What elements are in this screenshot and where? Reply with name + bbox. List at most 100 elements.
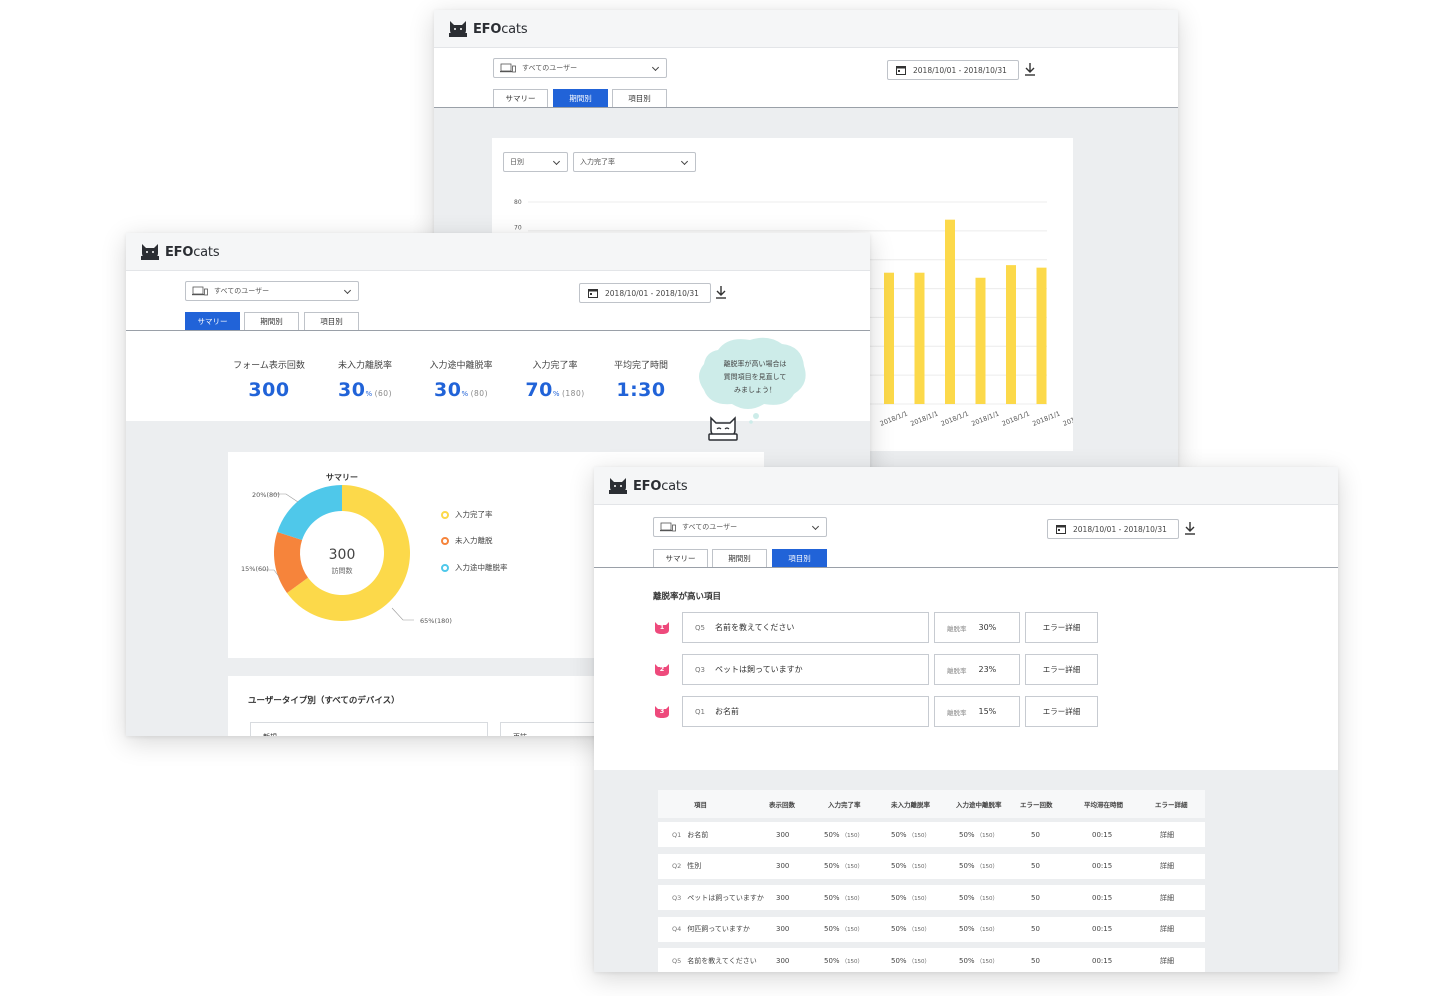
cat-logo-icon (609, 478, 627, 494)
bar (914, 272, 925, 404)
table-row: Q1 お名前 300 50% （150） 50% （150） 50% （150） 50 00:15 詳… (658, 822, 1205, 847)
error-detail-button[interactable]: エラー詳細 (1025, 696, 1098, 727)
brand-logo[interactable]: EFOcats (448, 19, 528, 39)
chevron-down-icon (651, 63, 660, 72)
cell-views: 300 (776, 925, 790, 933)
tab-divider (594, 567, 1338, 568)
calendar-icon (896, 66, 906, 75)
error-detail-button[interactable]: エラー詳細 (1025, 654, 1098, 685)
user-select[interactable]: すべてのユーザー (185, 281, 359, 301)
col-header: エラー回数 (1020, 801, 1053, 809)
ranked-rate: 離脱率 23% (934, 654, 1020, 685)
brand-bar (594, 467, 1338, 505)
brand-logo[interactable]: EFOcats (608, 476, 688, 496)
device-icon (500, 63, 516, 73)
kpi-label: 入力途中離脱率 (429, 361, 493, 371)
cell-detail-link[interactable]: 詳細 (1160, 854, 1174, 879)
tab-summary[interactable]: サマリー (185, 312, 240, 330)
cell-midway: 50% （150） (959, 956, 999, 965)
calendar-icon (588, 289, 598, 298)
cell-item: Q5 名前を教えてください (672, 956, 757, 965)
col-header: 平均滞在時間 (1084, 801, 1123, 809)
tab-period[interactable]: 期間別 (553, 89, 608, 107)
cell-views: 300 (776, 830, 790, 839)
col-header: 入力完了率 (828, 801, 861, 809)
kpi-completion: 入力完了率 70% (180) (516, 358, 594, 401)
download-icon[interactable] (1184, 521, 1196, 535)
table-row: Q3 ペットは飼っていますか 300 50% （150） 50% （150） 50% （150）… (658, 885, 1205, 910)
cell-item: Q2 性別 (672, 862, 702, 870)
cell-detail-link[interactable]: 詳細 (1160, 917, 1174, 942)
col-header: 入力途中離脱率 (956, 801, 1002, 809)
tab-items[interactable]: 項目別 (304, 312, 359, 330)
cell-item: Q4 何匹飼っていますか (672, 925, 750, 933)
donut-slice (277, 485, 342, 541)
user-select[interactable]: すべてのユーザー (493, 58, 667, 78)
brand-logo[interactable]: EFOcats (140, 242, 220, 262)
bar (1006, 265, 1016, 404)
kpi-value: 30% (60) (337, 379, 392, 401)
error-detail-button[interactable]: エラー詳細 (1025, 612, 1098, 643)
cell-detail-link[interactable]: 詳細 (1160, 885, 1174, 910)
col-header: 未入力離脱率 (891, 801, 930, 809)
tab-items[interactable]: 項目別 (772, 549, 827, 567)
bar (975, 277, 986, 404)
ranked-question: Q5 名前を教えてください (682, 612, 929, 643)
granularity-select[interactable]: 日別 (503, 152, 568, 172)
col-header: 項目 (694, 801, 707, 809)
cell-unentered: 50% （150） (891, 893, 931, 902)
cell-errors: 50 (1031, 830, 1040, 839)
col-header: エラー詳細 (1155, 801, 1188, 809)
download-icon[interactable] (1024, 62, 1036, 76)
x-tick-label: 2018/1/ (1062, 411, 1073, 428)
bar (884, 272, 894, 404)
tab-summary[interactable]: サマリー (653, 549, 708, 567)
kpi-form-views: フォーム表示回数 300 (230, 358, 308, 401)
device-icon (192, 286, 208, 296)
cell-item: Q3 ペットは飼っていますか (672, 893, 764, 902)
ranked-question: Q3 ペットは飼っていますか (682, 654, 929, 685)
tab-items[interactable]: 項目別 (612, 89, 667, 107)
chevron-down-icon (680, 157, 689, 166)
tab-period[interactable]: 期間別 (244, 312, 299, 330)
device-icon (660, 522, 676, 532)
calendar-icon (1056, 525, 1066, 534)
user-select[interactable]: すべてのユーザー (653, 517, 827, 537)
metric-select[interactable]: 入力完了率 (573, 152, 696, 172)
ranked-rate: 離脱率 15% (934, 696, 1020, 727)
date-range-picker[interactable]: 2018/10/01 - 2018/10/31 (1047, 519, 1179, 539)
x-tick-label: 2018/1/1 (1031, 409, 1061, 427)
donut-center-label: 訪問数 (331, 567, 353, 575)
cell-views: 300 (776, 956, 790, 965)
bar (945, 219, 955, 404)
cell-detail-link[interactable]: 詳細 (1160, 948, 1174, 972)
legend-item-complete: 入力完了率 (441, 509, 493, 520)
col-header: 表示回数 (769, 801, 795, 809)
user-select-value: すべてのユーザー (214, 287, 270, 295)
cell-views: 300 (776, 893, 790, 902)
tab-summary[interactable]: サマリー (493, 89, 548, 107)
table-row: Q2 性別 300 50% （150） 50% （150） 50% （150） 50 00:15 詳細 (658, 853, 1205, 879)
date-range-picker[interactable]: 2018/10/01 - 2018/10/31 (579, 283, 711, 303)
callout-line (391, 607, 414, 621)
tip-bubble-text: 離脱率が高い場合は 質問項目を見直して みましょう！ (723, 360, 787, 394)
cell-complete: 50% （150） (824, 862, 864, 870)
kpi-value: 1:30 (616, 379, 666, 401)
date-range-picker[interactable]: 2018/10/01 - 2018/10/31 (887, 60, 1019, 80)
tab-period[interactable]: 期間別 (712, 549, 767, 567)
cell-errors: 50 (1031, 925, 1040, 933)
table-row: Q5 名前を教えてください 300 50% （150） 50% （150） 50% （150） 5… (658, 948, 1205, 972)
cat-mascot-icon (708, 416, 738, 441)
cell-time: 00:15 (1092, 862, 1113, 870)
cell-unentered: 50% （150） (891, 956, 931, 965)
kpi-unentered-drop: 未入力離脱率 30% (60) (326, 358, 404, 401)
x-tick-label: 2018/1/1 (1001, 409, 1031, 427)
user-select-value: すべてのユーザー (682, 523, 738, 531)
x-tick-label: 2018/1/1 (970, 409, 1000, 427)
cell-midway: 50% （150） (959, 925, 999, 933)
cell-detail-link[interactable]: 詳細 (1160, 822, 1174, 847)
cell-item: Q1 お名前 (672, 830, 709, 839)
x-tick-label: 2018/1/1 (909, 409, 939, 427)
donut-callout-top: 20%(80) (252, 491, 280, 499)
download-icon[interactable] (715, 285, 727, 299)
